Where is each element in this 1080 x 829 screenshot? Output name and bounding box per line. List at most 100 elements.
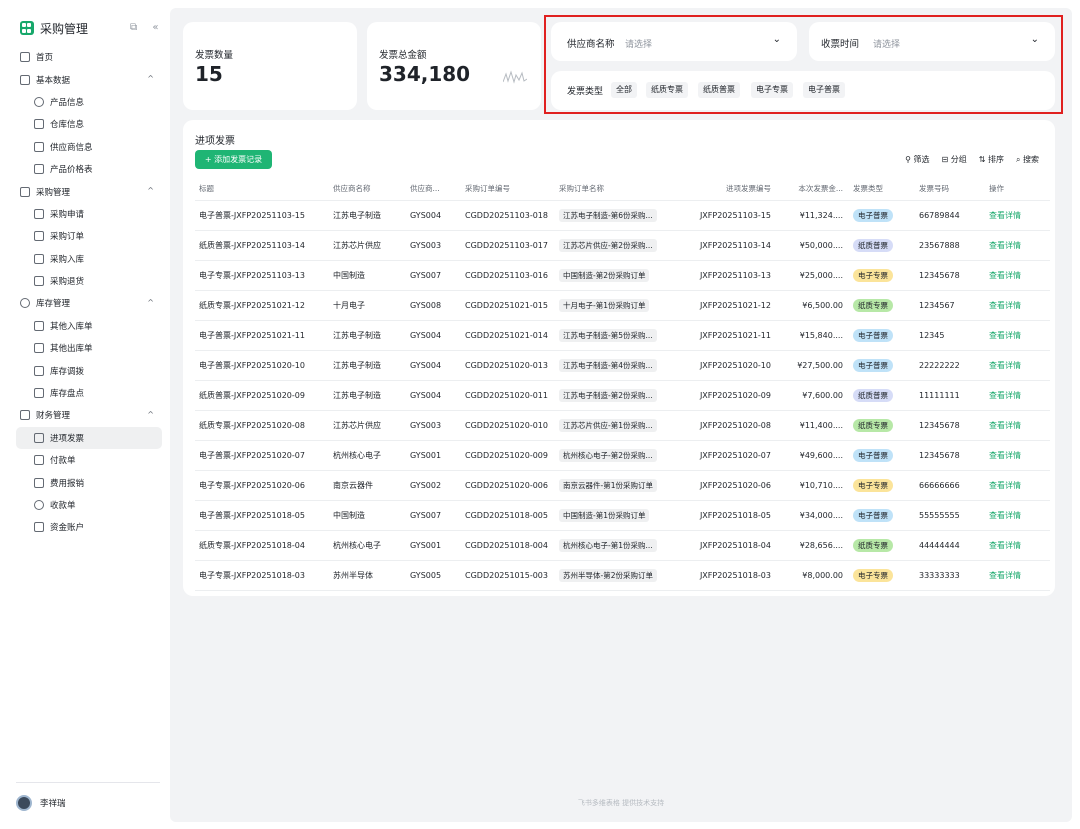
table-cell: 纸质专票-JXFP20251021-12 xyxy=(195,289,329,320)
column-header[interactable]: 采购订单名称 xyxy=(555,178,679,200)
column-header[interactable]: 本次发票金... xyxy=(777,178,849,200)
column-header[interactable]: 标题 xyxy=(195,178,329,200)
table-cell: 电子普票-JXFP20251018-05 xyxy=(195,499,329,530)
sidebar-subitem[interactable]: 采购入库 xyxy=(16,248,162,270)
view-details-cell[interactable]: 查看详情 xyxy=(985,259,1050,290)
table-row[interactable]: 纸质专票-JXFP20251018-04 杭州核心电子 GYS001 CGDD2025… xyxy=(195,529,1050,560)
table-cell: JXFP20251020-09 xyxy=(679,379,777,410)
table-row[interactable]: 纸质普票-JXFP20251020-09 江苏电子制造 GYS004 CGDD2025… xyxy=(195,379,1050,410)
sidebar-group[interactable]: 基本数据 ^ xyxy=(16,68,162,90)
view-details-link[interactable]: 查看详情 xyxy=(989,211,1021,220)
view-details-link[interactable]: 查看详情 xyxy=(989,241,1021,250)
stat-card-amount: 发票总金额 334,180 xyxy=(367,22,541,110)
sort-icon: ⇅ xyxy=(978,155,988,164)
column-header[interactable]: 供应商... xyxy=(406,178,461,200)
view-details-cell[interactable]: 查看详情 xyxy=(985,289,1050,320)
view-details-link[interactable]: 查看详情 xyxy=(989,511,1021,520)
chevron-up-icon[interactable]: ^ xyxy=(147,186,154,195)
view-details-link[interactable]: 查看详情 xyxy=(989,541,1021,550)
sidebar-subitem[interactable]: 仓库信息 xyxy=(16,113,162,135)
search-button[interactable]: ⌕ 搜索 xyxy=(1016,154,1039,165)
sidebar-subitem[interactable]: 库存盘点 xyxy=(16,382,162,404)
sort-button[interactable]: ⇅ 排序 xyxy=(979,154,1004,165)
sidebar-subitem[interactable]: 产品价格表 xyxy=(16,158,162,180)
view-details-link[interactable]: 查看详情 xyxy=(989,451,1021,460)
sidebar-subitem[interactable]: 采购申请 xyxy=(16,203,162,225)
column-header[interactable]: 发票类型 xyxy=(849,178,915,200)
table-row[interactable]: 电子专票-JXFP20251020-06 南京云器件 GYS002 CGDD20251… xyxy=(195,469,1050,500)
column-header[interactable]: 进项发票编号 xyxy=(679,178,777,200)
column-header[interactable]: 操作 xyxy=(985,178,1050,200)
table-cell: 1234567 xyxy=(915,289,985,320)
view-details-cell[interactable]: 查看详情 xyxy=(985,499,1050,530)
table-row[interactable]: 电子普票-JXFP20251021-11 江苏电子制造 GYS004 CGDD2025… xyxy=(195,319,1050,350)
view-details-cell[interactable]: 查看详情 xyxy=(985,469,1050,500)
sidebar-subitem[interactable]: 库存调拨 xyxy=(16,359,162,381)
chevron-up-icon[interactable]: ^ xyxy=(147,410,154,419)
view-details-link[interactable]: 查看详情 xyxy=(989,481,1021,490)
gear-icon xyxy=(34,388,44,399)
table-row[interactable]: 电子普票-JXFP20251020-07 杭州核心电子 GYS001 CGDD2025… xyxy=(195,439,1050,470)
sidebar-item-label: 采购申请 xyxy=(50,209,85,220)
sidebar-group[interactable]: 财务管理 ^ xyxy=(16,404,162,426)
view-details-cell[interactable]: 查看详情 xyxy=(985,229,1050,260)
table-cell: CGDD20251020-010 xyxy=(461,409,555,440)
table-row[interactable]: 电子普票-JXFP20251103-15 江苏电子制造 GYS004 CGDD2025… xyxy=(195,199,1050,230)
user-profile[interactable]: 李祥瑞 xyxy=(16,782,160,811)
table-row[interactable]: 纸质专票-JXFP20251021-12 十月电子 GYS008 CGDD202510… xyxy=(195,289,1050,320)
add-invoice-button[interactable]: + 添加发票记录 xyxy=(195,150,272,169)
sidebar-subitem[interactable]: 费用报销 xyxy=(16,471,162,493)
view-details-cell[interactable]: 查看详情 xyxy=(985,529,1050,560)
avatar[interactable] xyxy=(16,795,32,811)
view-details-link[interactable]: 查看详情 xyxy=(989,361,1021,370)
sidebar-subitem[interactable]: 其他入库单 xyxy=(16,315,162,337)
table-cell: 江苏芯片供应 xyxy=(329,229,406,260)
table-row[interactable]: 纸质普票-JXFP20251103-14 江苏芯片供应 GYS003 CGDD2025… xyxy=(195,229,1050,260)
view-details-link[interactable]: 查看详情 xyxy=(989,271,1021,280)
view-details-cell[interactable]: 查看详情 xyxy=(985,319,1050,350)
sidebar-item-label: 采购入库 xyxy=(50,254,85,265)
sidebar-subitem[interactable]: 资金账户 xyxy=(16,516,162,538)
sidebar-group[interactable]: 采购管理 ^ xyxy=(16,180,162,202)
view-details-cell[interactable]: 查看详情 xyxy=(985,379,1050,410)
sidebar-subitem[interactable]: 进项发票 xyxy=(16,426,162,450)
return-icon xyxy=(34,276,44,287)
table-row[interactable]: 电子普票-JXFP20251018-05 中国制造 GYS007 CGDD202510… xyxy=(195,499,1050,530)
sidebar-subitem[interactable]: 收款单 xyxy=(16,494,162,516)
sidebar-group[interactable]: 首页 xyxy=(16,46,162,68)
column-header[interactable]: 供应商名称 xyxy=(329,178,406,200)
sidebar-subitem[interactable]: 其他出库单 xyxy=(16,337,162,359)
trophy-icon xyxy=(34,477,44,488)
view-details-cell[interactable]: 查看详情 xyxy=(985,439,1050,470)
filter-button[interactable]: ⚲ 筛选 xyxy=(905,154,929,165)
group-button[interactable]: ⊟ 分组 xyxy=(941,154,966,165)
order-name-cell: 中国制造-第1份采购订单 xyxy=(555,499,679,530)
view-details-cell[interactable]: 查看详情 xyxy=(985,199,1050,230)
table-row[interactable]: 电子专票-JXFP20251018-03 苏州半导体 GYS005 CGDD20251… xyxy=(195,559,1050,591)
table-cell: ¥6,500.00 xyxy=(777,289,849,320)
table-row[interactable]: 纸质专票-JXFP20251020-08 江苏芯片供应 GYS003 CGDD2025… xyxy=(195,409,1050,440)
column-header[interactable]: 采购订单编号 xyxy=(461,178,555,200)
stat-card-count: 发票数量 15 xyxy=(183,22,357,110)
column-header[interactable]: 发票号码 xyxy=(915,178,985,200)
view-details-link[interactable]: 查看详情 xyxy=(989,331,1021,340)
view-details-link[interactable]: 查看详情 xyxy=(989,571,1021,580)
sidebar-subitem[interactable]: 采购退货 xyxy=(16,270,162,292)
sidebar-subitem[interactable]: 产品信息 xyxy=(16,91,162,113)
sidebar-subitem[interactable]: 付款单 xyxy=(16,449,162,471)
view-details-link[interactable]: 查看详情 xyxy=(989,391,1021,400)
view-details-cell[interactable]: 查看详情 xyxy=(985,559,1050,591)
view-details-cell[interactable]: 查看详情 xyxy=(985,349,1050,380)
collapse-sidebar-icon[interactable]: ⧉ « xyxy=(130,22,164,33)
sidebar-subitem[interactable]: 供应商信息 xyxy=(16,136,162,158)
table-row[interactable]: 电子专票-JXFP20251103-13 中国制造 GYS007 CGDD202511… xyxy=(195,259,1050,290)
sidebar-group[interactable]: 库存管理 ^ xyxy=(16,292,162,314)
chevron-up-icon[interactable]: ^ xyxy=(147,298,154,307)
chevron-up-icon[interactable]: ^ xyxy=(147,74,154,83)
sidebar-subitem[interactable]: 采购订单 xyxy=(16,225,162,247)
view-details-link[interactable]: 查看详情 xyxy=(989,301,1021,310)
table-row[interactable]: 电子普票-JXFP20251020-10 江苏电子制造 GYS004 CGDD2025… xyxy=(195,349,1050,380)
view-details-cell[interactable]: 查看详情 xyxy=(985,409,1050,440)
table-cell: 电子专票-JXFP20251103-13 xyxy=(195,259,329,290)
view-details-link[interactable]: 查看详情 xyxy=(989,421,1021,430)
